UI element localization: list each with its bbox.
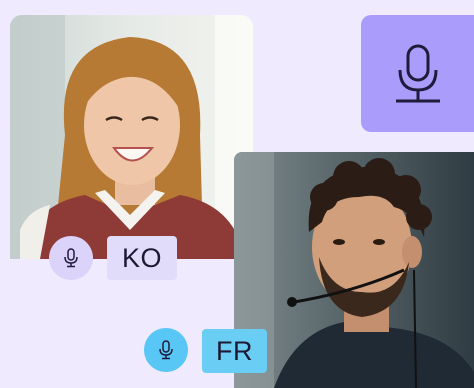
microphone-icon <box>64 248 78 268</box>
participant-fr-photo <box>234 152 474 388</box>
mic-button-ko[interactable] <box>49 236 93 280</box>
microphone-tile[interactable] <box>361 15 474 132</box>
video-tile-fr <box>234 152 474 388</box>
microphone-icon <box>159 340 173 360</box>
microphone-icon <box>395 44 440 102</box>
mic-button-fr[interactable] <box>144 328 188 372</box>
language-badge-fr: FR <box>202 329 267 373</box>
language-badge-ko: KO <box>107 236 177 280</box>
video-tile-ko <box>10 15 253 259</box>
participant-ko-photo <box>10 15 253 259</box>
